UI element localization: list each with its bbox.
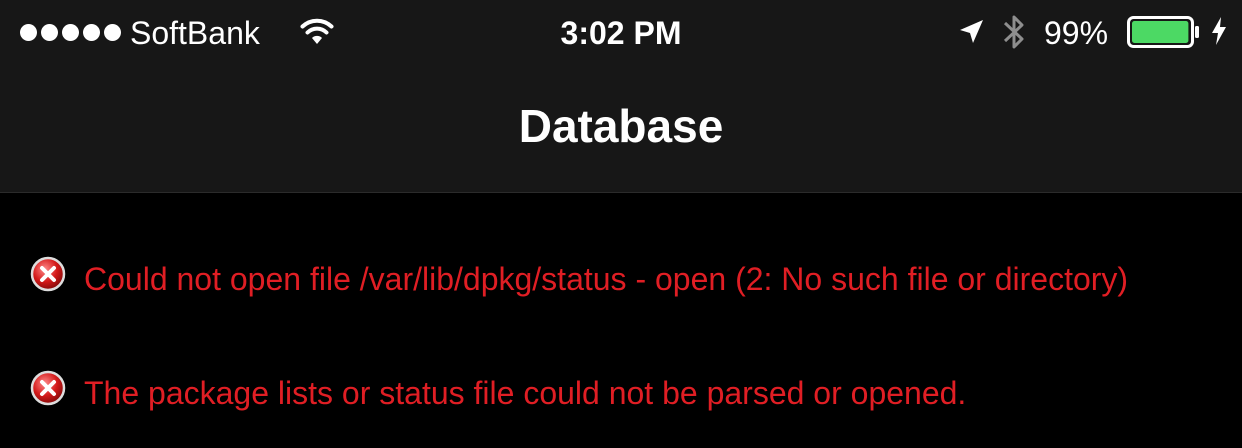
error-message: The package lists or status file could n… [84,375,967,411]
header-divider [0,192,1242,193]
charging-bolt-icon [1212,17,1226,45]
battery-icon [1127,16,1199,48]
bluetooth-icon [1003,15,1024,49]
status-bar: SoftBank 3:02 PM 99% [0,0,1242,64]
error-message: Could not open file /var/lib/dpkg/status… [84,261,1129,297]
battery-percent: 99% [1044,15,1109,51]
error-x-icon [30,256,66,292]
error-x-icon [30,370,66,406]
page-title: Database [518,100,724,152]
location-arrow-icon [960,20,983,43]
